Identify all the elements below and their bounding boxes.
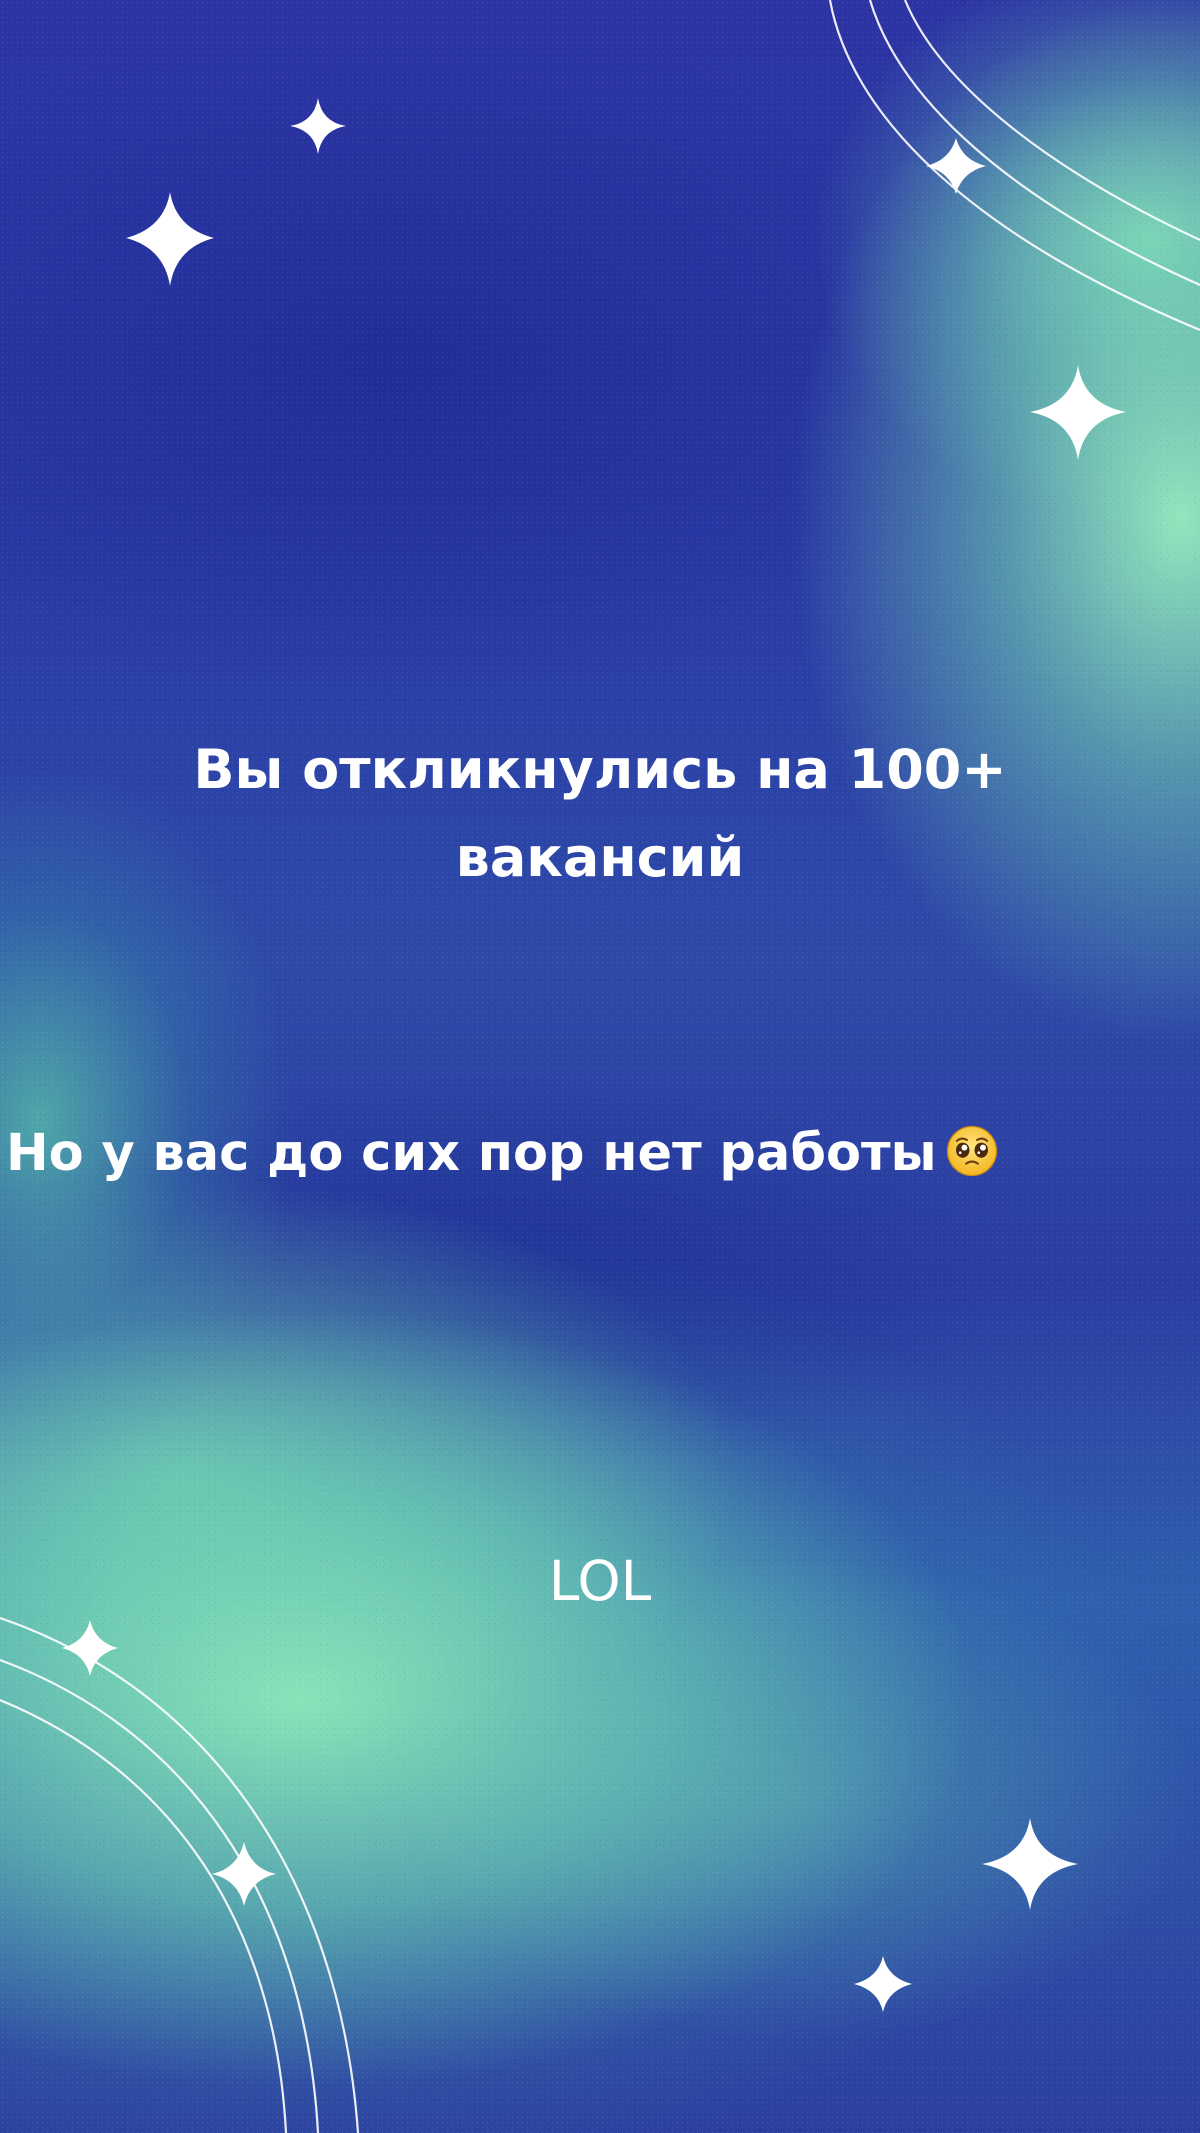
sparkle-icon	[212, 1842, 276, 1906]
sparkle-icon	[290, 98, 346, 154]
decoration-layer	[0, 0, 1200, 2133]
headline: Вы откликнулись на 100+ вакансий	[193, 738, 1007, 889]
orbit-lines-bottom-left	[0, 1616, 360, 2133]
sparkle-icon	[982, 1818, 1078, 1910]
sparkle-icon	[126, 192, 214, 286]
orbit-lines-top-right	[828, 0, 1200, 332]
sparkle-icon	[926, 138, 986, 194]
pleading-face-emoji-icon	[946, 1125, 997, 1177]
sparkle-icon	[854, 1956, 912, 2012]
sparkle-icon	[62, 1620, 118, 1676]
subline: Но у вас до сих пор нет работы	[6, 1122, 1200, 1186]
footer-lol: LOL	[548, 1549, 652, 1613]
sparkle-icon	[1030, 365, 1126, 460]
subline-text: Но у вас до сих пор нет работы	[6, 1124, 937, 1183]
